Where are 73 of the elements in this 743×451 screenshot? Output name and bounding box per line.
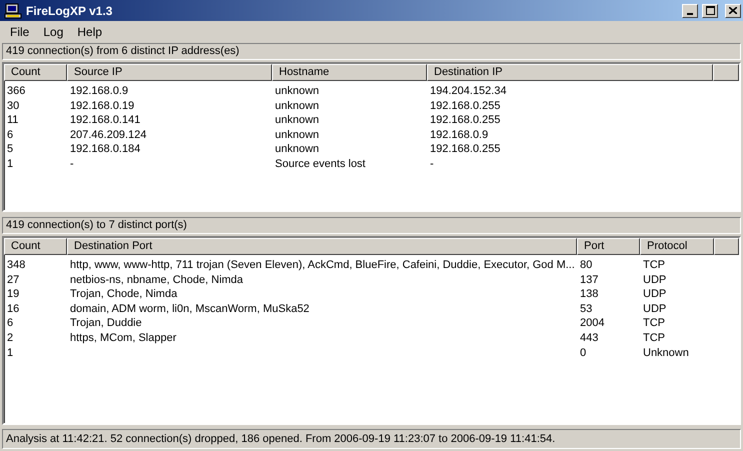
table-cell: 192.168.0.9 [430,128,488,141]
status-bar: Analysis at 11:42:21. 52 connection(s) dropped, 186 opened. From 2006-09-19 11:23:07 to 2006-09-19 11:41:54. [2,429,741,449]
table-cell: unknown [275,85,320,97]
column-header[interactable]: Destination Port [67,238,577,255]
table-cell: 192.168.0.255 [430,100,500,112]
table-cell: 137 [580,274,598,286]
table-cell: 194.204.152.34 [430,85,506,97]
table-cell: 192.168.0.141 [70,114,140,126]
column-header[interactable]: Count [4,238,67,255]
table-cell: TCP [643,317,665,330]
table-cell: 16 [7,302,20,315]
table-cell: 192.168.0.255 [430,143,500,156]
table-cell: 348 [7,259,26,271]
table-cell: Trojan, Chode, Nimda [70,288,178,300]
table-cell: UDP [643,302,666,315]
table-cell: 1 [7,346,14,359]
table-cell: domain, ADM worm, li0n, MscanWorm, MuSka52 [70,302,310,315]
table-cell: 19 [7,288,20,300]
column-header[interactable]: Protocol [640,238,714,255]
column-header[interactable]: Count [4,64,67,81]
menu-item[interactable]: File [3,23,36,41]
table-cell: netbios-ns, nbname, Chode, Nimda [70,274,244,286]
table-cell: unknown [275,143,320,156]
table-cell: Trojan, Duddie [70,317,142,330]
table-cell: 27 [7,274,20,286]
column-header[interactable]: Hostname [272,64,427,81]
window-title: FireLogXP v1.3 [26,2,114,20]
table-cell: 6 [7,317,14,330]
table-cell: TCP [643,259,665,271]
table-cell: 192.168.0.9 [70,85,128,97]
table-cell: https, MCom, Slapper [70,332,176,344]
table-cell: 2004 [580,317,604,330]
table-cell: 1 [7,158,14,170]
column-header[interactable]: Destination IP [427,64,713,81]
maximize-button[interactable] [702,4,718,18]
table-cell: 138 [580,288,598,300]
table-cell: 192.168.0.19 [70,100,134,112]
menu-item[interactable]: Help [70,23,110,41]
column-header[interactable]: Port [577,238,640,255]
table-cell: unknown [275,100,320,112]
minimize-button[interactable] [682,4,698,18]
table-cell: 443 [580,332,598,344]
maximize-icon [706,6,715,15]
table-cell: UDP [643,274,666,286]
table-cell: 366 [7,85,26,97]
table-cell: unknown [275,128,320,141]
table-cell: 30 [7,100,20,112]
table-cell: - [70,158,74,170]
computer-icon [4,2,22,18]
table-cell: 6 [7,128,14,141]
table-cell: Unknown [643,346,689,359]
menu-item[interactable]: Log [36,23,70,41]
table-cell: unknown [275,114,320,126]
table-cell: 0 [580,346,586,359]
table-cell: 53 [580,302,592,315]
table-cell: 80 [580,259,592,271]
table-cell: 192.168.0.184 [70,143,140,156]
panel-summary: 419 connection(s) from 6 distinct IP address(es) [2,43,741,60]
table-cell: http, www, www-http, 711 trojan (Seven Eleven), AckCmd, BlueFire, Cafeini, Duddie, Executor, God M... [70,259,575,271]
table-cell: Source events lost [275,158,366,170]
table-cell: UDP [643,288,666,300]
table-cell: TCP [643,332,665,344]
column-header[interactable]: Source IP [67,64,272,81]
table-cell: 11 [7,114,18,126]
table-cell: - [430,158,434,170]
close-icon [729,7,737,14]
minimize-icon [687,12,694,14]
panel-summary: 419 connection(s) to 7 distinct port(s) [2,217,741,234]
table-cell: 192.168.0.255 [430,114,500,126]
table-cell: 5 [7,143,14,156]
table-cell: 2 [7,332,14,344]
close-button[interactable] [725,4,741,18]
table-cell: 207.46.209.124 [70,128,146,141]
